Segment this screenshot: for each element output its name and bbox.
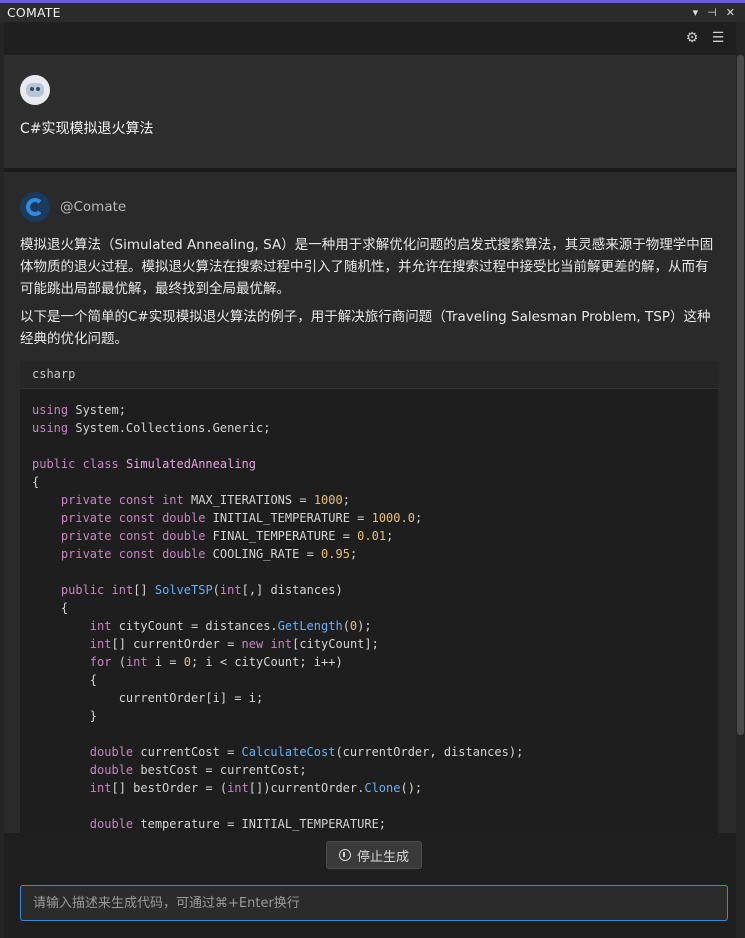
- robot-icon: [26, 83, 44, 97]
- prompt-input-wrapper: [20, 885, 728, 921]
- code-content[interactable]: using System; using System.Collections.G…: [20, 389, 718, 833]
- user-message: C#实现模拟退火算法: [20, 121, 154, 137]
- comate-logo-icon: [20, 192, 50, 222]
- pin-icon[interactable]: ⊣: [707, 6, 717, 19]
- code-language-label: csharp: [20, 361, 718, 389]
- close-icon[interactable]: ✕: [726, 6, 735, 19]
- window-title: COMATE: [7, 5, 61, 20]
- user-message-block: C#实现模拟退火算法: [4, 55, 736, 168]
- user-avatar: [20, 75, 50, 105]
- answer-paragraph-2: 以下是一个简单的C#实现模拟退火算法的例子，用于解决旅行商问题（Travelin…: [20, 309, 711, 347]
- assistant-message-block: @Comate 模拟退火算法（Simulated Annealing, SA）是…: [4, 172, 736, 833]
- panel-footer: 停止生成: [4, 833, 736, 938]
- gear-icon[interactable]: ⚙: [684, 30, 700, 46]
- stop-generation-label: 停止生成: [356, 849, 409, 865]
- scrollbar-thumb[interactable]: [737, 55, 744, 735]
- prompt-input[interactable]: [21, 886, 727, 920]
- stop-icon: [338, 849, 351, 861]
- dropdown-icon[interactable]: ▾: [693, 6, 699, 19]
- stop-generation-button[interactable]: 停止生成: [326, 841, 422, 869]
- list-icon[interactable]: ☰: [710, 30, 726, 46]
- title-bar: COMATE ▾ ⊣ ✕: [0, 3, 745, 22]
- panel-toolbar: ⚙ ☰: [4, 22, 736, 53]
- answer-paragraph-1: 模拟退火算法（Simulated Annealing, SA）是一种用于求解优化…: [20, 237, 714, 297]
- assistant-name: @Comate: [60, 199, 127, 215]
- code-block[interactable]: csharp using System; using System.Collec…: [20, 361, 718, 833]
